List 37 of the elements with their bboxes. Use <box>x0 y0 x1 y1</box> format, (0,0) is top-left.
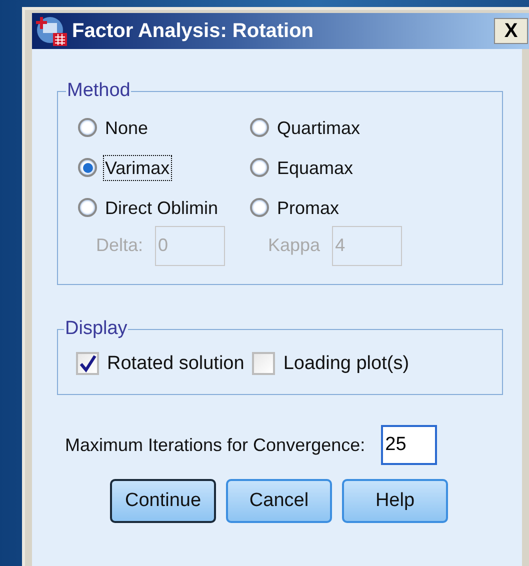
radio-button[interactable] <box>250 118 269 137</box>
radio-option[interactable]: Varimax <box>78 154 250 182</box>
radio-label: Direct Oblimin <box>104 196 220 220</box>
radio-option[interactable]: None <box>78 114 250 142</box>
param-label: Delta: <box>96 234 144 257</box>
checkbox-label: Rotated solution <box>107 352 244 376</box>
checkbox[interactable] <box>76 352 99 376</box>
radio-option[interactable]: Direct Oblimin <box>78 194 250 222</box>
iterations-field[interactable]: 25 <box>381 425 438 465</box>
app-icon <box>36 15 68 47</box>
dialog-button[interactable]: Help <box>342 479 448 523</box>
checkbox-option[interactable]: Rotated solution <box>76 350 244 378</box>
radio-label: Equamax <box>276 156 354 180</box>
radio-label: Varimax <box>103 154 172 180</box>
iterations-label: Maximum Iterations for Convergence: <box>65 434 366 457</box>
radio-option[interactable]: Equamax <box>250 154 482 182</box>
group-title: Method <box>66 79 132 103</box>
radio-option[interactable]: Quartimax <box>250 114 482 142</box>
radio-label: Promax <box>276 196 340 220</box>
radio-button[interactable] <box>78 198 97 217</box>
dialog-button[interactable]: Continue <box>110 479 216 523</box>
checkbox[interactable] <box>252 352 276 376</box>
dialog-button[interactable]: Cancel <box>226 479 332 523</box>
radio-option[interactable]: Promax <box>250 194 482 222</box>
radio-button[interactable] <box>78 158 97 177</box>
radio-label: None <box>104 116 150 140</box>
check-icon <box>78 354 96 373</box>
close-button[interactable]: X <box>494 18 528 44</box>
radio-button[interactable] <box>250 198 269 217</box>
window-title: Factor Analysis: Rotation <box>72 19 314 44</box>
checkbox-option[interactable]: Loading plot(s) <box>252 350 410 378</box>
radio-label: Quartimax <box>276 116 362 140</box>
radio-button[interactable] <box>78 118 97 137</box>
radio-button[interactable] <box>250 158 269 177</box>
checkbox-label: Loading plot(s) <box>283 352 410 376</box>
param-label: Kappa <box>268 234 320 257</box>
group-title: Display <box>64 317 128 341</box>
